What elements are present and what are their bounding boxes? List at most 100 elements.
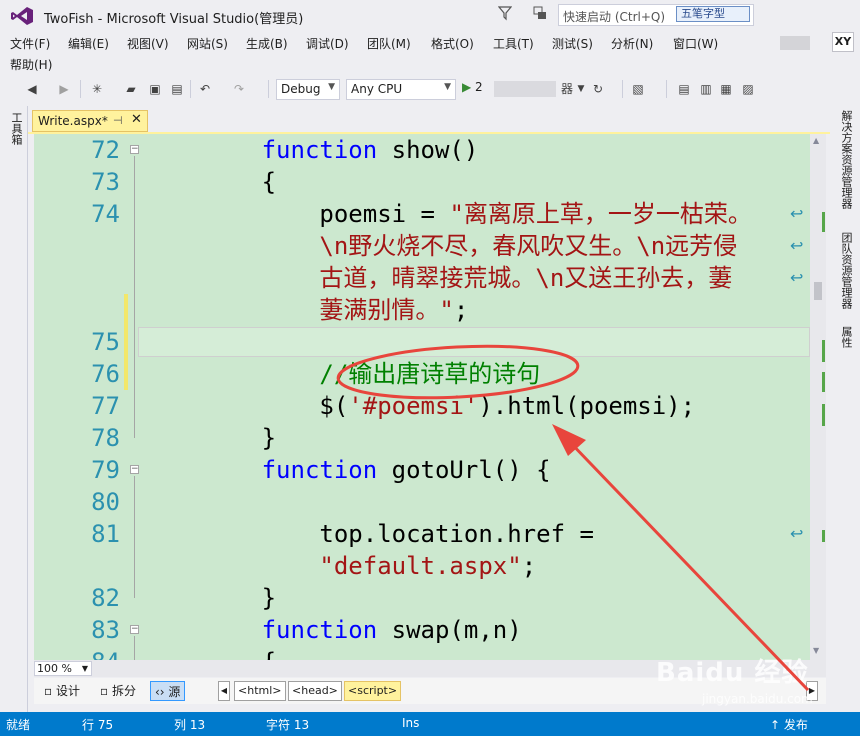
toolbox-tab[interactable]: 工具箱 — [8, 112, 24, 145]
breadcrumb-prev-icon[interactable]: ◀ — [218, 681, 230, 701]
code-line[interactable]: \n野火烧不尽，春风吹又生。\n远芳侵 — [146, 230, 737, 262]
line-number: 79 — [91, 456, 120, 484]
code-line[interactable]: } — [146, 422, 276, 454]
tab-write-aspx[interactable]: Write.aspx* ⊣ ✕ — [32, 110, 148, 132]
zoom-select[interactable]: 100 % ▼ — [34, 661, 92, 676]
code-line[interactable]: 古道，晴翠接荒城。\n又送王孙去，萋 — [146, 262, 732, 294]
scroll-marker — [822, 340, 825, 362]
code-string: "default.aspx" — [319, 552, 522, 580]
document-outline-icon[interactable]: ▤ — [676, 80, 692, 98]
title-bar: TwoFish - Microsoft Visual Studio(管理员) 快… — [0, 0, 860, 32]
refresh-icon[interactable]: ↻ — [590, 80, 606, 98]
properties-tab[interactable]: 属性 — [838, 326, 854, 348]
code-line[interactable]: function gotoUrl() { — [146, 454, 551, 486]
menu-format[interactable]: 格式(O) — [431, 35, 474, 52]
open-file-icon[interactable]: ▰ — [122, 80, 140, 98]
menu-debug[interactable]: 调试(D) — [306, 35, 349, 52]
scroll-up-icon[interactable]: ▲ — [813, 136, 819, 145]
tab-label: Write.aspx* — [38, 114, 108, 128]
new-project-icon[interactable]: ✳ — [88, 80, 106, 98]
feedback-icon[interactable] — [532, 5, 548, 21]
toolbar-separator — [622, 80, 623, 98]
line-number — [34, 230, 134, 262]
menu-help[interactable]: 帮助(H) — [10, 56, 52, 73]
undo-icon[interactable]: ↶ — [196, 80, 214, 98]
save-all-icon[interactable]: ▤ — [168, 80, 186, 98]
code-line[interactable]: function swap(m,n) — [146, 614, 522, 646]
close-icon[interactable]: ✕ — [131, 112, 142, 127]
breadcrumb-script[interactable]: <script> — [344, 681, 402, 701]
collapse-icon[interactable]: − — [130, 465, 139, 474]
collapse-icon[interactable]: − — [130, 625, 139, 634]
menu-team[interactable]: 团队(M) — [367, 35, 411, 52]
solution-explorer-tab[interactable]: 解决方案资源管理器 — [838, 110, 854, 209]
line-number: 78 — [91, 424, 120, 452]
menu-view[interactable]: 视图(V) — [127, 35, 169, 52]
baidu-watermark: Baidu 经验 — [656, 658, 809, 688]
redo-icon[interactable]: ↷ — [230, 80, 248, 98]
code-token: ).html(poemsi); — [478, 392, 696, 420]
status-char: 字符 13 — [266, 718, 310, 732]
menu-file[interactable]: 文件(F) — [10, 35, 50, 52]
line-number: 75 — [91, 328, 120, 356]
status-bar: 就绪 行 75 列 13 字符 13 Ins ↑ 发布 — [0, 712, 860, 736]
solution-platform-select[interactable]: Any CPU ▼ — [346, 79, 456, 100]
split-view-button[interactable]: ▫ 拆分 — [96, 681, 140, 701]
code-line[interactable]: "default.aspx"; — [146, 550, 536, 582]
code-token: { — [261, 168, 277, 196]
forward-icon[interactable]: ▶ — [56, 80, 72, 98]
code-line[interactable]: poemsi = "离离原上草，一岁一枯荣。 — [146, 198, 752, 230]
code-line[interactable]: { — [146, 646, 276, 660]
uncomment-icon[interactable]: ▦ — [718, 80, 734, 98]
code-line[interactable]: //输出唐诗草的诗句 — [146, 358, 540, 390]
code-line[interactable]: top.location.href = — [146, 518, 594, 550]
code-line[interactable]: } — [146, 582, 276, 614]
bookmark-icon[interactable]: ▨ — [740, 80, 756, 98]
code-line[interactable]: function show() — [146, 134, 479, 166]
filter-icon[interactable] — [498, 5, 512, 21]
code-token: ; — [453, 296, 469, 324]
ime-indicator[interactable]: 五笔字型 — [676, 6, 750, 22]
pin-icon[interactable]: ⊣ — [113, 114, 123, 127]
source-view-button[interactable]: ‹› 源 — [150, 681, 186, 701]
code-line[interactable]: $('#poemsi').html(poemsi); — [146, 390, 695, 422]
line-number — [34, 294, 134, 326]
solution-configuration-select[interactable]: Debug ▼ — [276, 79, 340, 100]
code-keyword: function — [261, 456, 378, 484]
chevron-down-icon[interactable]: ▼ — [576, 80, 586, 98]
breadcrumb-head[interactable]: <head> — [288, 681, 342, 701]
breadcrumb-html[interactable]: <html> — [234, 681, 286, 701]
menu-build[interactable]: 生成(B) — [246, 35, 288, 52]
comment-icon[interactable]: ▥ — [698, 80, 714, 98]
scroll-down-icon[interactable]: ▼ — [813, 646, 819, 655]
code-line[interactable]: { — [146, 166, 276, 198]
user-avatar[interactable]: XY — [832, 32, 854, 52]
collapse-icon[interactable]: − — [130, 145, 139, 154]
menu-analyze[interactable]: 分析(N) — [611, 35, 653, 52]
publish-button[interactable]: ↑ 发布 — [770, 716, 808, 733]
menu-window[interactable]: 窗口(W) — [673, 35, 718, 52]
start-debugging-button[interactable]: ▶ 2 — [462, 80, 483, 94]
code-line[interactable]: 萋满别情。"; — [146, 294, 468, 326]
team-explorer-tab[interactable]: 团队资源管理器 — [838, 232, 854, 309]
design-view-button[interactable]: ▫ 设计 — [40, 681, 84, 701]
save-icon[interactable]: ▣ — [146, 80, 164, 98]
menu-website[interactable]: 网站(S) — [187, 35, 228, 52]
user-account-name[interactable] — [780, 36, 810, 50]
browser-link-icon[interactable]: ▧ — [628, 80, 648, 98]
line-number: 73 — [91, 168, 120, 196]
menu-bar: 文件(F) 编辑(E) 视图(V) 网站(S) 生成(B) 调试(D) 团队(M… — [0, 32, 860, 74]
code-editor[interactable]: 72 − 73 74 75 76 77 78 79 − 80 81 82 83 − 84 function s… — [34, 134, 810, 660]
menu-test[interactable]: 测试(S) — [552, 35, 593, 52]
quick-launch-placeholder: 快速启动 (Ctrl+Q) — [563, 10, 666, 24]
menu-edit[interactable]: 编辑(E) — [68, 35, 109, 52]
menu-tools[interactable]: 工具(T) — [493, 35, 534, 52]
status-ready: 就绪 — [6, 718, 31, 732]
scrollbar-thumb[interactable] — [814, 282, 822, 300]
back-icon[interactable]: ◀ — [24, 80, 40, 98]
code-string: "离离原上草，一岁一枯荣。 — [449, 200, 752, 228]
